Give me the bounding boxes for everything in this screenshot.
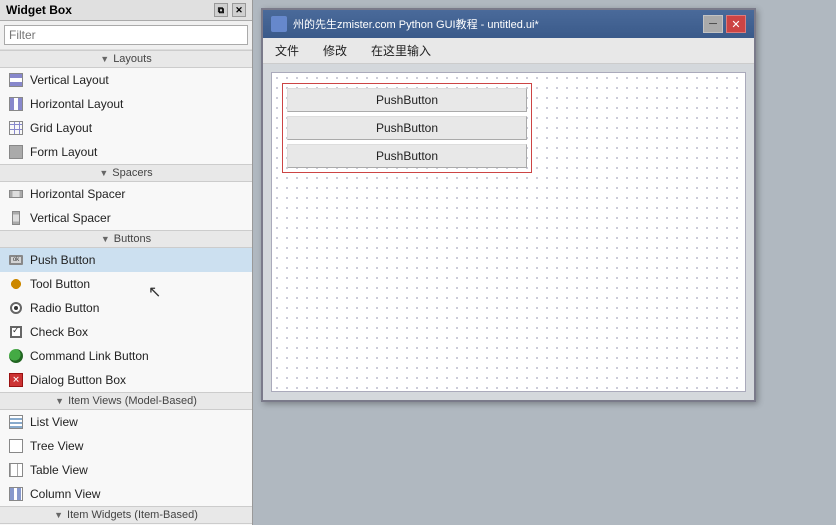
dialog-button-box-label: Dialog Button Box: [30, 373, 126, 387]
vertical-layout-label: Vertical Layout: [30, 73, 109, 87]
listview-icon: [8, 414, 24, 430]
check-icon: [8, 324, 24, 340]
sidebar-item-column-view[interactable]: Column View: [0, 482, 252, 506]
sidebar-item-check-box[interactable]: Check Box: [0, 320, 252, 344]
radio-button-label: Radio Button: [30, 301, 99, 315]
widget-box-float-btn[interactable]: ⧉: [214, 3, 228, 17]
widget-box-close-btn[interactable]: ✕: [232, 3, 246, 17]
qt-canvas[interactable]: PushButton PushButton PushButton: [271, 72, 746, 392]
horizontal-layout-label: Horizontal Layout: [30, 97, 123, 111]
sidebar-item-form-layout[interactable]: Form Layout: [0, 140, 252, 164]
widget-list: ▼ Layouts Vertical Layout Horizontal Lay…: [0, 50, 252, 525]
table-view-label: Table View: [30, 463, 88, 477]
main-area: 州的先生zmister.com Python GUI教程 - untitled.…: [253, 0, 836, 525]
section-spacers-label: Spacers: [112, 167, 152, 179]
qt-titlebar-controls: ─ ✕: [703, 15, 746, 33]
section-item-widgets-arrow: ▼: [54, 510, 63, 520]
toolbtn-icon: [8, 276, 24, 292]
qt-titlebar: 州的先生zmister.com Python GUI教程 - untitled.…: [263, 10, 754, 38]
section-buttons-arrow: ▼: [101, 234, 110, 244]
vertical-spacer-label: Vertical Spacer: [30, 211, 111, 225]
command-link-button-label: Command Link Button: [30, 349, 149, 363]
sidebar-item-radio-button[interactable]: Radio Button: [0, 296, 252, 320]
sidebar-item-command-link-button[interactable]: Command Link Button: [0, 344, 252, 368]
column-view-label: Column View: [30, 487, 100, 501]
cmdlink-icon: [8, 348, 24, 364]
radio-icon: [8, 300, 24, 316]
layout-v-icon: [8, 72, 24, 88]
hspacer-icon: [8, 186, 24, 202]
section-layouts[interactable]: ▼ Layouts: [0, 50, 252, 68]
form-container: PushButton PushButton PushButton: [282, 83, 532, 173]
dialog-icon: [8, 372, 24, 388]
push-button-2[interactable]: PushButton: [287, 116, 527, 140]
section-item-widgets[interactable]: ▼ Item Widgets (Item-Based): [0, 506, 252, 524]
sidebar-item-dialog-button-box[interactable]: Dialog Button Box: [0, 368, 252, 392]
form-icon: [8, 144, 24, 160]
menu-edit[interactable]: 修改: [315, 40, 355, 61]
pushbtn-icon: ok: [8, 252, 24, 268]
section-item-views-arrow: ▼: [55, 396, 64, 406]
sidebar-item-table-view[interactable]: Table View: [0, 458, 252, 482]
qt-app-icon: [271, 16, 287, 32]
sidebar-item-vertical-layout[interactable]: Vertical Layout: [0, 68, 252, 92]
section-buttons[interactable]: ▼ Buttons: [0, 230, 252, 248]
push-button-3[interactable]: PushButton: [287, 144, 527, 168]
push-button-1[interactable]: PushButton: [287, 88, 527, 112]
check-box-label: Check Box: [30, 325, 88, 339]
qt-minimize-btn[interactable]: ─: [703, 15, 723, 33]
sidebar-item-push-button[interactable]: ok Push Button: [0, 248, 252, 272]
layout-h-icon: [8, 96, 24, 112]
tree-view-label: Tree View: [30, 439, 83, 453]
section-spacers[interactable]: ▼ Spacers: [0, 164, 252, 182]
grid-layout-label: Grid Layout: [30, 121, 92, 135]
columnview-icon: [8, 486, 24, 502]
push-button-label: Push Button: [30, 253, 95, 267]
filter-row: [0, 21, 252, 50]
qt-titlebar-title: 州的先生zmister.com Python GUI教程 - untitled.…: [271, 16, 539, 32]
section-item-views-label: Item Views (Model-Based): [68, 395, 197, 407]
widget-box-title: Widget Box: [6, 3, 72, 17]
qt-close-btn[interactable]: ✕: [726, 15, 746, 33]
qt-window-title: 州的先生zmister.com Python GUI教程 - untitled.…: [293, 16, 539, 32]
widget-box-titlebar: Widget Box ⧉ ✕: [0, 0, 252, 21]
sidebar-item-list-view[interactable]: List View: [0, 410, 252, 434]
sidebar-item-tree-view[interactable]: Tree View: [0, 434, 252, 458]
section-layouts-label: Layouts: [113, 53, 152, 65]
sidebar-item-horizontal-layout[interactable]: Horizontal Layout: [0, 92, 252, 116]
widget-box-controls: ⧉ ✕: [214, 3, 246, 17]
widget-box: Widget Box ⧉ ✕ ▼ Layouts Vertical Layout…: [0, 0, 253, 525]
menu-file[interactable]: 文件: [267, 40, 307, 61]
sidebar-item-vertical-spacer[interactable]: Vertical Spacer: [0, 206, 252, 230]
menu-input[interactable]: 在这里输入: [363, 40, 439, 61]
vspacer-icon: [8, 210, 24, 226]
qt-window: 州的先生zmister.com Python GUI教程 - untitled.…: [261, 8, 756, 402]
section-spacers-arrow: ▼: [99, 168, 108, 178]
tool-button-label: Tool Button: [30, 277, 90, 291]
list-view-label: List View: [30, 415, 78, 429]
section-item-widgets-label: Item Widgets (Item-Based): [67, 509, 198, 521]
grid-icon: [8, 120, 24, 136]
treeview-icon: [8, 438, 24, 454]
form-layout-label: Form Layout: [30, 145, 97, 159]
horizontal-spacer-label: Horizontal Spacer: [30, 187, 125, 201]
section-item-views[interactable]: ▼ Item Views (Model-Based): [0, 392, 252, 410]
section-buttons-label: Buttons: [114, 233, 151, 245]
sidebar-item-horizontal-spacer[interactable]: Horizontal Spacer: [0, 182, 252, 206]
sidebar-item-grid-layout[interactable]: Grid Layout: [0, 116, 252, 140]
sidebar-item-tool-button[interactable]: Tool Button: [0, 272, 252, 296]
qt-menubar: 文件 修改 在这里输入: [263, 38, 754, 64]
filter-input[interactable]: [4, 25, 248, 45]
section-layouts-arrow: ▼: [100, 54, 109, 64]
tableview-icon: [8, 462, 24, 478]
